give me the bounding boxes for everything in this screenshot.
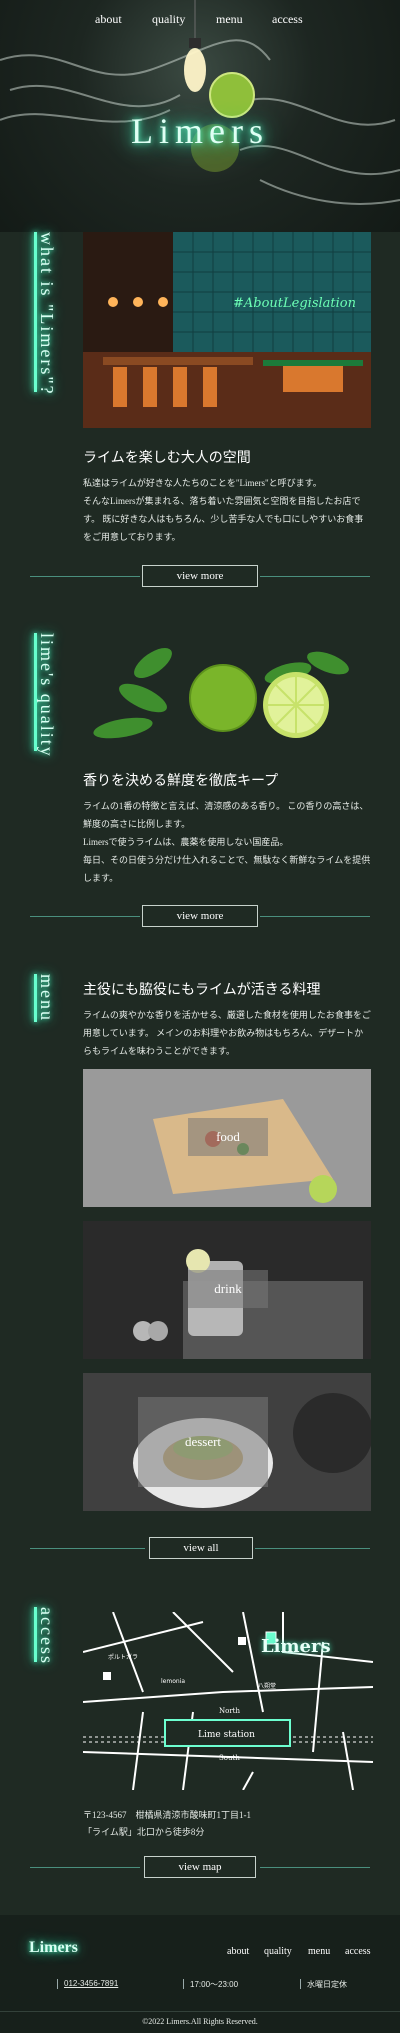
footer-logo[interactable]: Limers [29,1939,78,1957]
nav-quality[interactable]: quality [152,12,185,27]
menu-label-dessert: dessert [138,1397,268,1487]
bar-interior-photo: #AboutLegislation [83,232,371,428]
map-brand-label: Limers [261,1636,331,1657]
footer-nav-access[interactable]: access [345,1946,371,1957]
divider [183,1979,184,1989]
footer-holiday: 水曜日定休 [307,1980,347,1989]
divider-left [30,916,140,917]
access-map[interactable]: ポルトガラ lemonia 八朔堂 Limers North Lime stat… [83,1612,373,1790]
footer-hours: 17:00〜23:00 [190,1980,239,1989]
divider-right [255,1548,370,1549]
access-address: 〒123-4567 柑橘県清涼市酸味町1丁目1-1 [83,1810,251,1820]
divider [300,1979,301,1989]
footer: Limers about quality menu access 012-345… [0,1915,400,2033]
map-poi-1: ポルトガラ [108,1653,138,1661]
neon-sign-text: #AboutLegislation [233,296,356,311]
quality-view-more-button[interactable]: view more [142,905,258,927]
menu-body: ライムの爽やかな香りを活かせる、厳選した食材を使用したお食事をご用意しています。… [83,1010,371,1056]
menu-card-drink[interactable]: drink [83,1221,371,1359]
menu-card-food[interactable]: food [83,1069,371,1207]
divider-right [260,576,370,577]
menu-label-food: food [188,1118,268,1156]
hero: about quality menu access Limers [0,0,400,232]
divider [57,1979,58,1989]
nav-access[interactable]: access [272,12,303,27]
access-vertical-title: access [37,1607,57,1665]
menu-heading: 主役にも脇役にもライムが活きる料理 [83,983,321,998]
about-heading: ライムを楽しむ大人の空間 [83,451,251,466]
divider [0,2011,400,2012]
footer-nav-menu[interactable]: menu [308,1946,330,1957]
quality-heading: 香りを決める鮮度を徹底キープ [83,774,279,789]
limes-photo [93,647,349,739]
access-directions: 「ライム駅」北口から徒歩8分 [83,1827,205,1837]
divider-right [260,1867,370,1868]
footer-phone[interactable]: 012-3456-7891 [64,1979,118,1988]
divider-left [30,1867,140,1868]
map-south-label: South [219,1754,240,1762]
divider-left [30,576,140,577]
copyright: ©2022 Limers.All Rights Reserved. [142,2017,258,2026]
quality-vertical-title: lime's quality [37,633,57,758]
map-station-label: Lime station [198,1730,255,1740]
map-poi-2: lemonia [161,1678,185,1685]
hero-logo: Limers [131,111,269,151]
divider-right [260,916,370,917]
footer-nav-quality[interactable]: quality [264,1946,292,1957]
menu-label-drink: drink [188,1270,268,1308]
nav-menu[interactable]: menu [216,12,243,27]
about-view-more-button[interactable]: view more [142,565,258,587]
access-view-map-button[interactable]: view map [144,1856,256,1878]
menu-vertical-title: menu [37,974,57,1022]
footer-nav-about[interactable]: about [227,1946,249,1957]
quality-body: ライムの1番の特徴と言えば、清涼感のある香り。 この香りの高さは、鮮度の高さに比… [83,801,371,883]
menu-view-all-button[interactable]: view all [149,1537,253,1559]
about-body: 私達はライムが好きな人たちのことを"Limers"と呼びます。 そんなLimer… [83,478,364,542]
map-poi-3: 八朔堂 [258,1682,276,1690]
about-vertical-title: what is "Limers"? [37,232,57,396]
menu-card-dessert[interactable]: dessert [83,1373,371,1511]
divider-left [30,1548,145,1549]
top-nav: about quality menu access [0,12,400,32]
map-north-label: North [219,1707,240,1715]
nav-about[interactable]: about [95,12,122,27]
